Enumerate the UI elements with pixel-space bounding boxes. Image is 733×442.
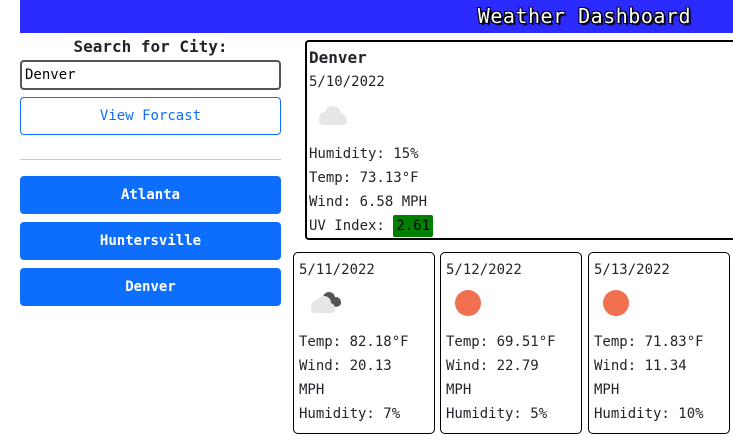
- broken-clouds-icon: [299, 282, 429, 330]
- current-uv-row: UV Index: 2.61: [309, 214, 733, 238]
- forecast-humidity: Humidity: 7%: [299, 406, 401, 422]
- sidebar: Search for City: View Forcast Atlanta Hu…: [20, 33, 281, 314]
- history-button-atlanta[interactable]: Atlanta: [20, 176, 281, 214]
- forecast-wind-unit: MPH: [594, 382, 620, 398]
- current-city: Denver: [309, 48, 367, 67]
- forecast-date: 5/13/2022: [594, 262, 670, 278]
- forecast-temp: Temp: 69.51°F: [446, 334, 556, 350]
- city-search-input[interactable]: [20, 60, 281, 90]
- forecast-temp: Temp: 82.18°F: [299, 334, 409, 350]
- history-button-huntersville[interactable]: Huntersville: [20, 222, 281, 260]
- forecast-card-day-3: 5/13/2022 Temp: 71.83°F Wind: 11.34 MPH …: [588, 252, 730, 434]
- page-title: Weather Dashboard: [477, 4, 691, 28]
- search-label: Search for City:: [73, 37, 228, 56]
- forecast-humidity: Humidity: 5%: [446, 406, 548, 422]
- sun-shape: [455, 290, 481, 316]
- forecast-date: 5/11/2022: [299, 262, 375, 278]
- forecast-wind: Wind: 11.34: [594, 358, 687, 374]
- history-button-denver[interactable]: Denver: [20, 268, 281, 306]
- sun-shape: [603, 290, 629, 316]
- forecast-wind: Wind: 22.79: [446, 358, 539, 374]
- forecast-date: 5/12/2022: [446, 262, 522, 278]
- sun-icon: [446, 282, 576, 330]
- current-humidity: Humidity: 15%: [309, 146, 419, 162]
- current-temp: Temp: 73.13°F: [309, 170, 419, 186]
- current-weather-card: Denver 5/10/2022 Humidity: 15% Temp: 73.…: [305, 40, 733, 240]
- current-wind: Wind: 6.58 MPH: [309, 194, 428, 210]
- forecast-wind-unit: MPH: [446, 382, 472, 398]
- divider: [20, 159, 281, 160]
- current-date: 5/10/2022: [309, 74, 385, 90]
- uv-index-badge: 2.61: [393, 215, 434, 237]
- forecast-wind: Wind: 20.13: [299, 358, 392, 374]
- forecast-wind-unit: MPH: [299, 382, 325, 398]
- header-bar: Weather Dashboard: [20, 0, 733, 33]
- sun-icon: [594, 282, 724, 330]
- forecast-card-day-2: 5/12/2022 Temp: 69.51°F Wind: 22.79 MPH …: [440, 252, 582, 434]
- forecast-humidity: Humidity: 10%: [594, 406, 704, 422]
- forecast-temp: Temp: 71.83°F: [594, 334, 704, 350]
- view-forecast-button[interactable]: View Forcast: [20, 97, 281, 135]
- forecast-card-day-1: 5/11/2022 Temp: 82.18°F Wind: 20.13 MPH …: [293, 252, 435, 434]
- uv-label: UV Index:: [309, 218, 394, 234]
- cloud-icon: [309, 94, 733, 142]
